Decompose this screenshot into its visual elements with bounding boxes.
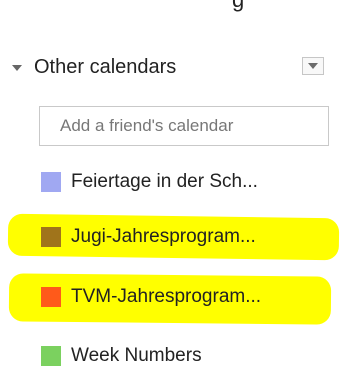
calendar-color-swatch[interactable] (41, 227, 61, 247)
calendar-label: Feiertage in der Sch... (71, 171, 258, 192)
calendar-label: Week Numbers (71, 345, 202, 366)
section-title: Other calendars (34, 55, 177, 78)
other-calendars-menu-button[interactable] (302, 57, 324, 75)
clipped-top-text: g (232, 0, 244, 13)
calendar-color-swatch[interactable] (41, 346, 61, 366)
calendar-label: TVM-Jahresprogram... (71, 286, 262, 307)
calendar-item[interactable]: Jugi-Jahresprogram... (0, 217, 347, 257)
other-calendars-header[interactable]: Other calendars (12, 52, 332, 82)
calendar-color-swatch[interactable] (41, 287, 61, 307)
calendar-color-swatch[interactable] (41, 172, 61, 192)
calendar-item[interactable]: TVM-Jahresprogram... (0, 277, 347, 317)
collapse-caret-icon[interactable] (12, 65, 22, 71)
chevron-down-icon (308, 63, 318, 69)
calendar-sidebar: g Other calendars Feiertage in der Sch..… (0, 0, 347, 390)
calendar-label: Jugi-Jahresprogram... (71, 226, 256, 247)
calendar-item[interactable]: Week Numbers (0, 336, 347, 376)
calendar-item[interactable]: Feiertage in der Sch... (0, 162, 347, 202)
add-friend-calendar-input[interactable] (39, 106, 329, 146)
